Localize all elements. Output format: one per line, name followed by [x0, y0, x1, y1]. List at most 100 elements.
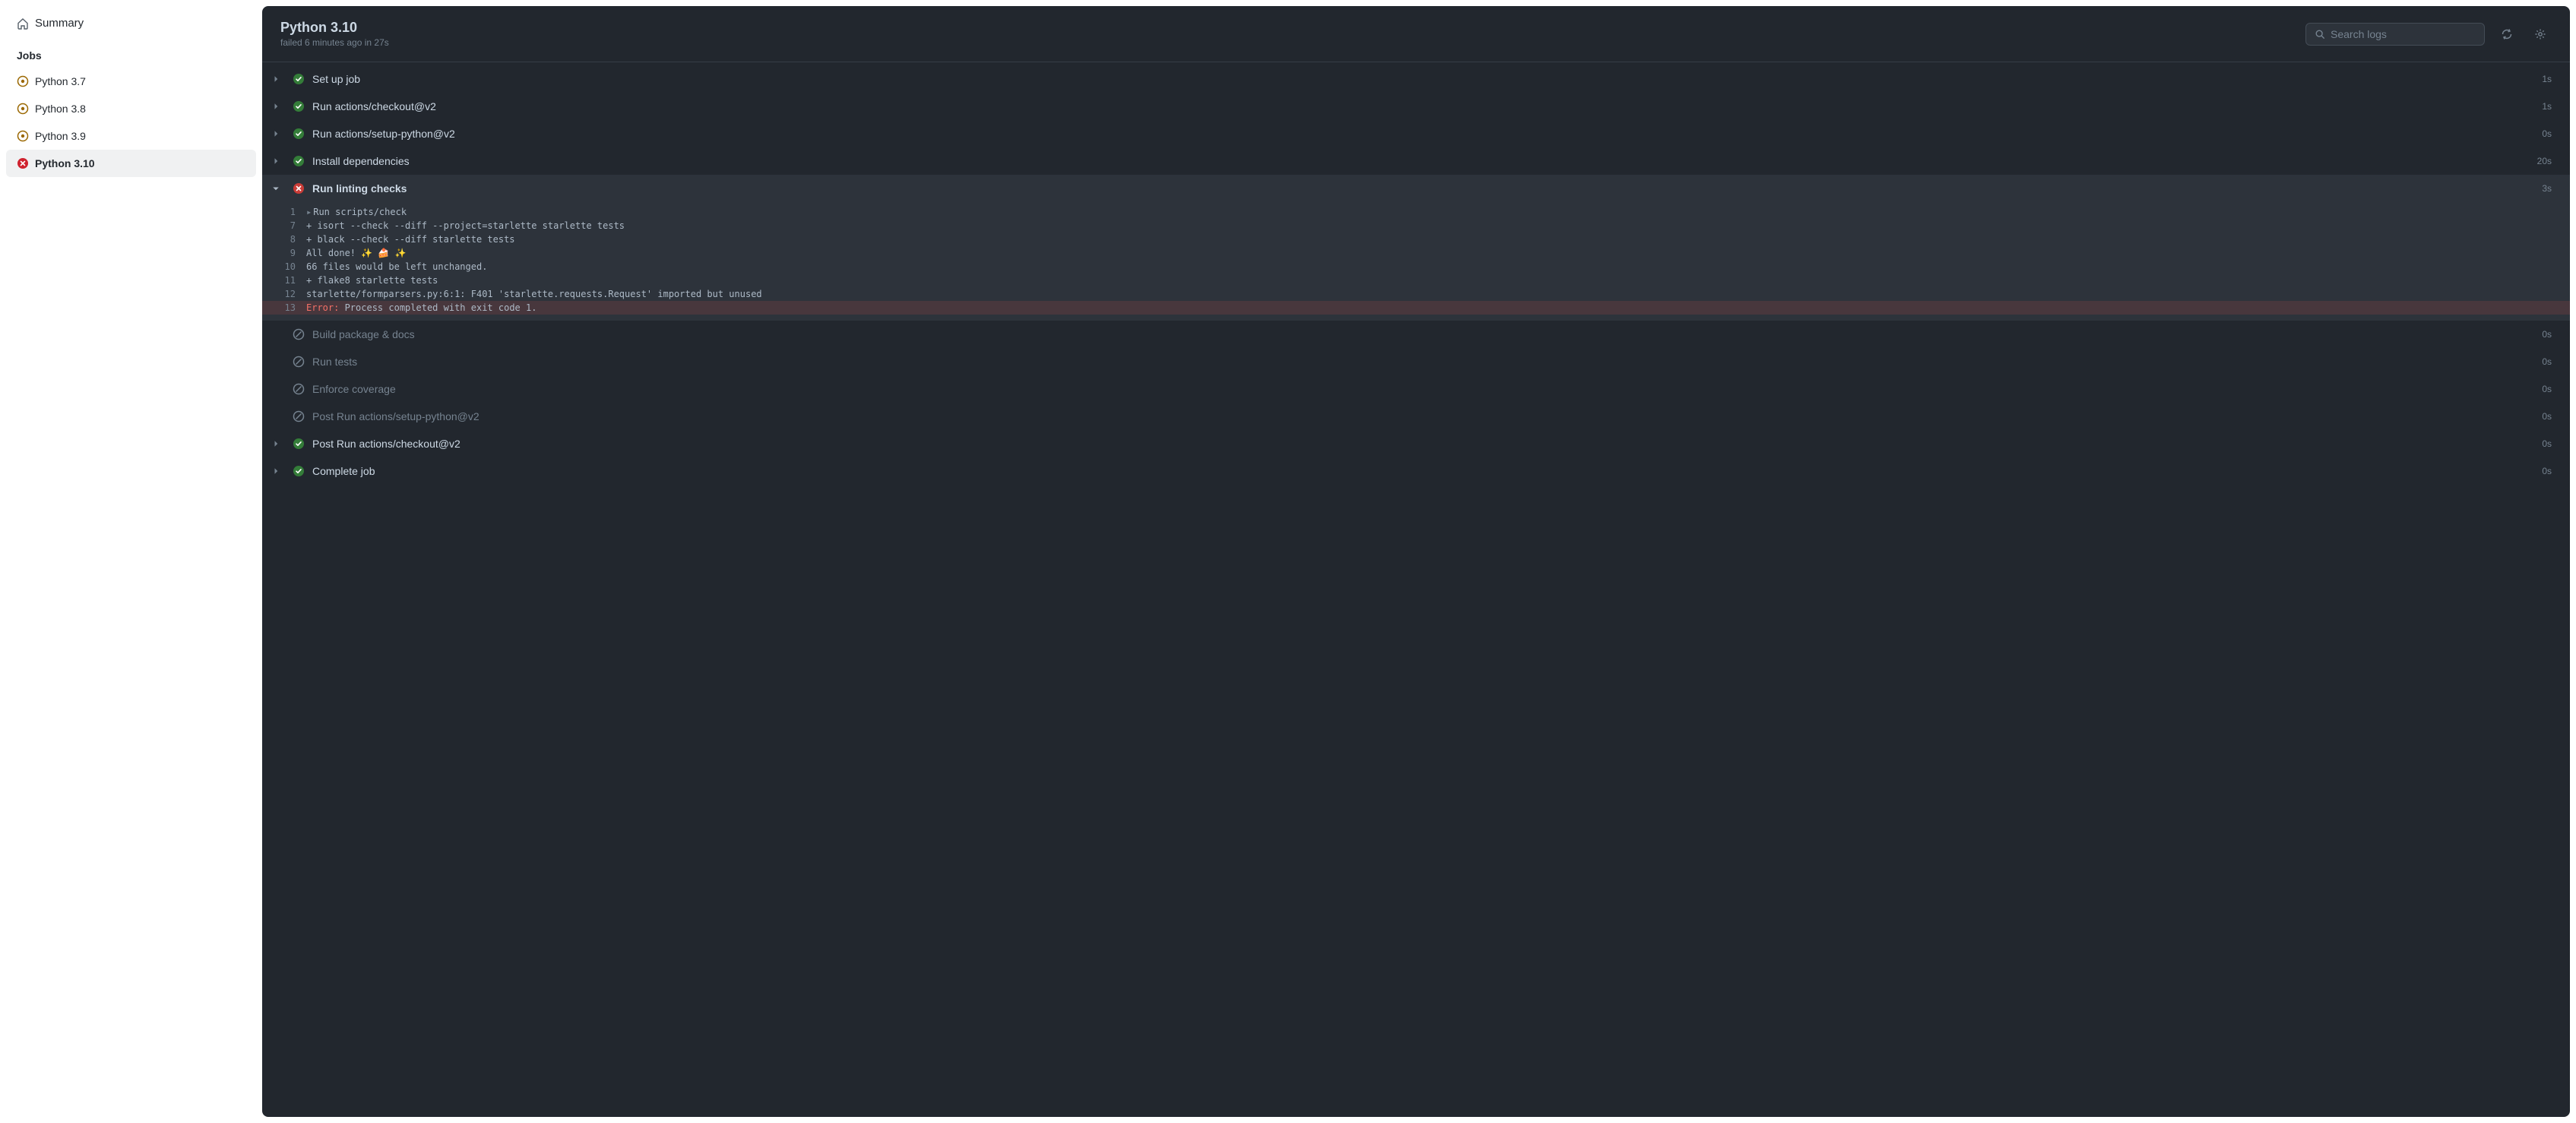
step-name: Post Run actions/setup-python@v2: [312, 410, 2542, 422]
log-text: 66 files would be left unchanged.: [306, 261, 487, 272]
step-duration: 3s: [2542, 183, 2552, 194]
step-duration: 1s: [2542, 101, 2552, 112]
log-line[interactable]: 12 starlette/formparsers.py:6:1: F401 's…: [262, 287, 2570, 301]
line-number: 7: [262, 220, 296, 231]
log-line[interactable]: 1 ▸Run scripts/check: [262, 205, 2570, 219]
line-number: 13: [262, 302, 296, 313]
search-icon: [2314, 28, 2326, 40]
job-subtitle: failed 6 minutes ago in 27s: [280, 37, 389, 48]
log-line[interactable]: 9 All done! ✨ 🍰 ✨: [262, 246, 2570, 260]
success-icon: [293, 438, 305, 450]
summary-link[interactable]: Summary: [6, 11, 256, 36]
jobs-heading: Jobs: [6, 36, 256, 68]
chevron-right-icon: [270, 438, 282, 450]
line-number: 9: [262, 248, 296, 258]
chevron-right-icon: [270, 465, 282, 477]
chevron-right-icon: [270, 155, 282, 167]
step-duration: 20s: [2537, 156, 2552, 166]
step-name: Run tests: [312, 356, 2542, 368]
chevron-spacer: [270, 410, 282, 422]
disclosure-triangle-icon[interactable]: ▸: [306, 207, 312, 217]
rerun-button[interactable]: [2495, 23, 2518, 46]
queued-icon: [17, 103, 29, 115]
failed-icon: [17, 157, 29, 169]
sidebar-job-python-3-8[interactable]: Python 3.8: [6, 95, 256, 122]
queued-icon: [17, 75, 29, 87]
home-icon: [17, 17, 29, 30]
step-name: Run actions/checkout@v2: [312, 100, 2542, 112]
step-build-package-docs[interactable]: Build package & docs 0s: [262, 321, 2570, 348]
log-text: Run scripts/check: [313, 207, 407, 217]
step-run-checkout[interactable]: Run actions/checkout@v2 1s: [262, 93, 2570, 120]
step-duration: 0s: [2542, 356, 2552, 367]
step-duration: 1s: [2542, 74, 2552, 84]
job-label: Python 3.9: [35, 130, 86, 142]
log-line[interactable]: 11 + flake8 starlette tests: [262, 274, 2570, 287]
chevron-right-icon: [270, 128, 282, 140]
log-text: + black --check --diff starlette tests: [306, 234, 515, 245]
skipped-icon: [293, 410, 305, 422]
line-number: 1: [262, 207, 296, 217]
line-number: 8: [262, 234, 296, 245]
step-name: Set up job: [312, 73, 2542, 85]
log-line[interactable]: 7 + isort --check --diff --project=starl…: [262, 219, 2570, 233]
skipped-icon: [293, 356, 305, 368]
sidebar-job-python-3-7[interactable]: Python 3.7: [6, 68, 256, 95]
step-name: Run actions/setup-python@v2: [312, 128, 2542, 140]
step-set-up-job[interactable]: Set up job 1s: [262, 65, 2570, 93]
step-run-linting-checks[interactable]: Run linting checks 3s: [262, 175, 2570, 202]
step-duration: 0s: [2542, 438, 2552, 449]
search-logs-input[interactable]: [2331, 28, 2476, 40]
log-header: Python 3.10 failed 6 minutes ago in 27s: [262, 6, 2570, 62]
log-panel: Python 3.10 failed 6 minutes ago in 27s …: [262, 6, 2570, 1117]
job-label: Python 3.7: [35, 75, 86, 87]
step-post-checkout[interactable]: Post Run actions/checkout@v2 0s: [262, 430, 2570, 457]
step-post-setup-python[interactable]: Post Run actions/setup-python@v2 0s: [262, 403, 2570, 430]
step-name: Enforce coverage: [312, 383, 2542, 395]
log-text: + isort --check --diff --project=starlet…: [306, 220, 625, 231]
log-text: + flake8 starlette tests: [306, 275, 438, 286]
line-number: 11: [262, 275, 296, 286]
search-logs-box[interactable]: [2305, 23, 2485, 46]
log-line[interactable]: 8 + black --check --diff starlette tests: [262, 233, 2570, 246]
success-icon: [293, 128, 305, 140]
chevron-down-icon: [270, 182, 282, 195]
log-text: starlette/formparsers.py:6:1: F401 'star…: [306, 289, 762, 299]
line-number: 10: [262, 261, 296, 272]
line-number: 12: [262, 289, 296, 299]
chevron-spacer: [270, 328, 282, 340]
log-line[interactable]: 10 66 files would be left unchanged.: [262, 260, 2570, 274]
step-duration: 0s: [2542, 329, 2552, 340]
success-icon: [293, 100, 305, 112]
step-run-tests[interactable]: Run tests 0s: [262, 348, 2570, 375]
job-title: Python 3.10: [280, 20, 389, 36]
success-icon: [293, 465, 305, 477]
step-duration: 0s: [2542, 411, 2552, 422]
chevron-right-icon: [270, 73, 282, 85]
job-label: Python 3.10: [35, 157, 95, 169]
queued-icon: [17, 130, 29, 142]
skipped-icon: [293, 328, 305, 340]
step-name: Build package & docs: [312, 328, 2542, 340]
chevron-right-icon: [270, 100, 282, 112]
chevron-spacer: [270, 356, 282, 368]
sidebar: Summary Jobs Python 3.7 Python 3.8 Pytho…: [0, 0, 262, 1123]
chevron-spacer: [270, 383, 282, 395]
skipped-icon: [293, 383, 305, 395]
sidebar-job-python-3-10[interactable]: Python 3.10: [6, 150, 256, 177]
step-install-dependencies[interactable]: Install dependencies 20s: [262, 147, 2570, 175]
error-label: Error:: [306, 302, 339, 313]
step-enforce-coverage[interactable]: Enforce coverage 0s: [262, 375, 2570, 403]
step-run-setup-python[interactable]: Run actions/setup-python@v2 0s: [262, 120, 2570, 147]
settings-button[interactable]: [2529, 23, 2552, 46]
log-text: Process completed with exit code 1.: [339, 302, 536, 313]
step-name: Post Run actions/checkout@v2: [312, 438, 2542, 450]
success-icon: [293, 73, 305, 85]
step-name: Install dependencies: [312, 155, 2537, 167]
step-complete-job[interactable]: Complete job 0s: [262, 457, 2570, 485]
sidebar-job-python-3-9[interactable]: Python 3.9: [6, 122, 256, 150]
step-name: Run linting checks: [312, 182, 2542, 195]
log-output: 1 ▸Run scripts/check 7 + isort --check -…: [262, 202, 2570, 321]
log-line-error[interactable]: 13 Error: Process completed with exit co…: [262, 301, 2570, 315]
step-duration: 0s: [2542, 466, 2552, 476]
